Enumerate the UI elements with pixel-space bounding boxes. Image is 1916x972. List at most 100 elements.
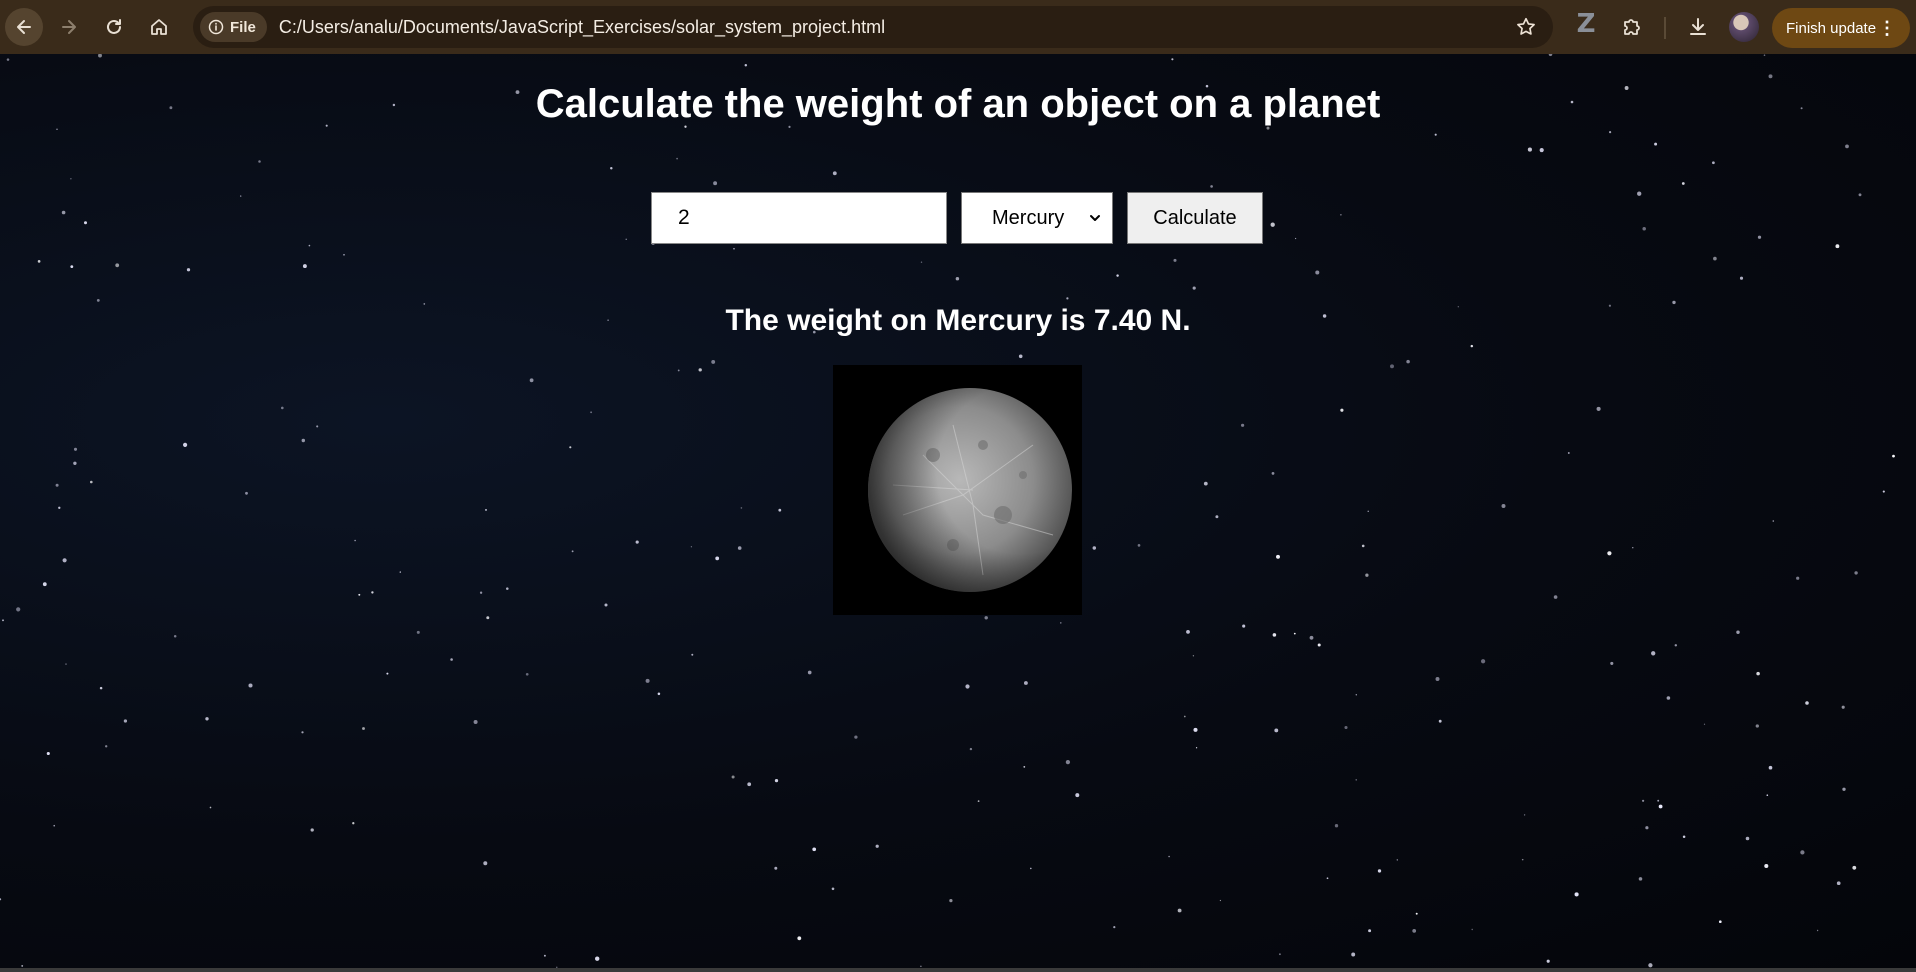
page-content: Calculate the weight of an object on a p… bbox=[0, 54, 1916, 972]
back-button[interactable] bbox=[5, 8, 43, 46]
star bbox=[955, 276, 960, 281]
forward-button[interactable] bbox=[50, 8, 88, 46]
reload-icon bbox=[107, 19, 121, 34]
star bbox=[1548, 54, 1553, 57]
star bbox=[1278, 953, 1281, 956]
star bbox=[1682, 835, 1686, 839]
star bbox=[70, 265, 74, 269]
star bbox=[358, 593, 361, 596]
star bbox=[1193, 727, 1198, 732]
star bbox=[1766, 794, 1769, 796]
star bbox=[778, 508, 782, 512]
star bbox=[949, 898, 953, 903]
star bbox=[479, 591, 483, 594]
star bbox=[832, 171, 837, 176]
extensions-button[interactable] bbox=[1619, 14, 1645, 40]
star bbox=[1852, 865, 1857, 870]
star bbox=[635, 540, 639, 544]
star bbox=[1674, 644, 1678, 647]
star bbox=[1183, 715, 1186, 718]
star bbox=[1294, 237, 1297, 240]
star bbox=[1546, 959, 1550, 963]
star bbox=[690, 546, 693, 548]
star bbox=[1018, 354, 1023, 359]
star bbox=[1641, 799, 1645, 802]
site-info-chip[interactable]: File bbox=[200, 12, 267, 42]
star bbox=[1435, 677, 1440, 681]
star bbox=[1293, 632, 1296, 635]
star bbox=[115, 263, 120, 268]
star bbox=[258, 160, 261, 163]
star bbox=[209, 806, 212, 809]
star bbox=[6, 58, 10, 61]
star bbox=[1326, 877, 1329, 880]
star bbox=[1763, 54, 1766, 57]
star bbox=[1521, 858, 1524, 861]
star bbox=[96, 299, 100, 302]
star bbox=[301, 438, 306, 443]
profile-avatar[interactable] bbox=[1729, 12, 1759, 42]
star bbox=[571, 550, 574, 553]
star bbox=[302, 264, 307, 269]
planet-select[interactable]: Mercury bbox=[961, 192, 1113, 244]
star bbox=[386, 672, 389, 675]
star bbox=[62, 558, 67, 563]
downloads-button[interactable] bbox=[1685, 14, 1711, 40]
star bbox=[747, 782, 752, 787]
more-menu-icon[interactable]: ⋮ bbox=[1878, 18, 1896, 38]
star bbox=[1242, 624, 1246, 628]
star bbox=[1657, 799, 1660, 802]
star bbox=[715, 556, 720, 561]
star bbox=[1177, 908, 1182, 913]
address-bar[interactable]: File C:/Users/analu/Documents/JavaScript… bbox=[193, 6, 1553, 48]
star bbox=[1270, 222, 1275, 227]
star bbox=[1203, 481, 1208, 486]
star bbox=[89, 480, 93, 484]
star bbox=[1171, 58, 1174, 61]
home-button[interactable] bbox=[140, 8, 178, 46]
star bbox=[450, 658, 453, 661]
star bbox=[186, 268, 191, 272]
mass-input[interactable] bbox=[651, 192, 947, 244]
star bbox=[1800, 850, 1805, 855]
star bbox=[308, 244, 311, 247]
star bbox=[677, 369, 680, 372]
star bbox=[61, 210, 66, 215]
star bbox=[21, 964, 24, 967]
calculate-button[interactable]: Calculate bbox=[1127, 192, 1263, 244]
star bbox=[1718, 920, 1722, 924]
star bbox=[1334, 824, 1339, 828]
star bbox=[1116, 274, 1119, 277]
star bbox=[46, 751, 50, 756]
star bbox=[1816, 929, 1819, 932]
toolbar-divider bbox=[1664, 17, 1666, 39]
weight-form: Mercury Calculate bbox=[651, 192, 1263, 244]
star bbox=[1215, 515, 1219, 519]
star bbox=[920, 965, 922, 968]
star bbox=[1805, 701, 1809, 705]
star-icon[interactable] bbox=[1515, 16, 1537, 38]
star bbox=[1755, 724, 1759, 728]
url-text[interactable]: C:/Users/analu/Documents/JavaScript_Exer… bbox=[279, 17, 885, 38]
star bbox=[70, 178, 72, 180]
star bbox=[1023, 681, 1028, 685]
star bbox=[1845, 144, 1849, 149]
star bbox=[977, 800, 980, 802]
star bbox=[1703, 723, 1706, 725]
star bbox=[1768, 765, 1773, 770]
z-extension-icon[interactable]: Z bbox=[1573, 9, 1599, 39]
window-bottom-edge bbox=[0, 968, 1916, 972]
star bbox=[1412, 929, 1417, 933]
chip-label: File bbox=[230, 18, 256, 36]
finish-update-button[interactable]: Finish update ⋮ bbox=[1772, 8, 1910, 48]
star bbox=[354, 539, 356, 542]
reload-button[interactable] bbox=[95, 8, 133, 46]
star bbox=[1415, 912, 1418, 915]
star bbox=[205, 717, 209, 721]
star bbox=[1355, 694, 1357, 696]
star bbox=[1574, 892, 1579, 897]
home-icon bbox=[151, 19, 167, 35]
star bbox=[1173, 258, 1177, 262]
star bbox=[1768, 74, 1773, 79]
star bbox=[1351, 952, 1356, 957]
